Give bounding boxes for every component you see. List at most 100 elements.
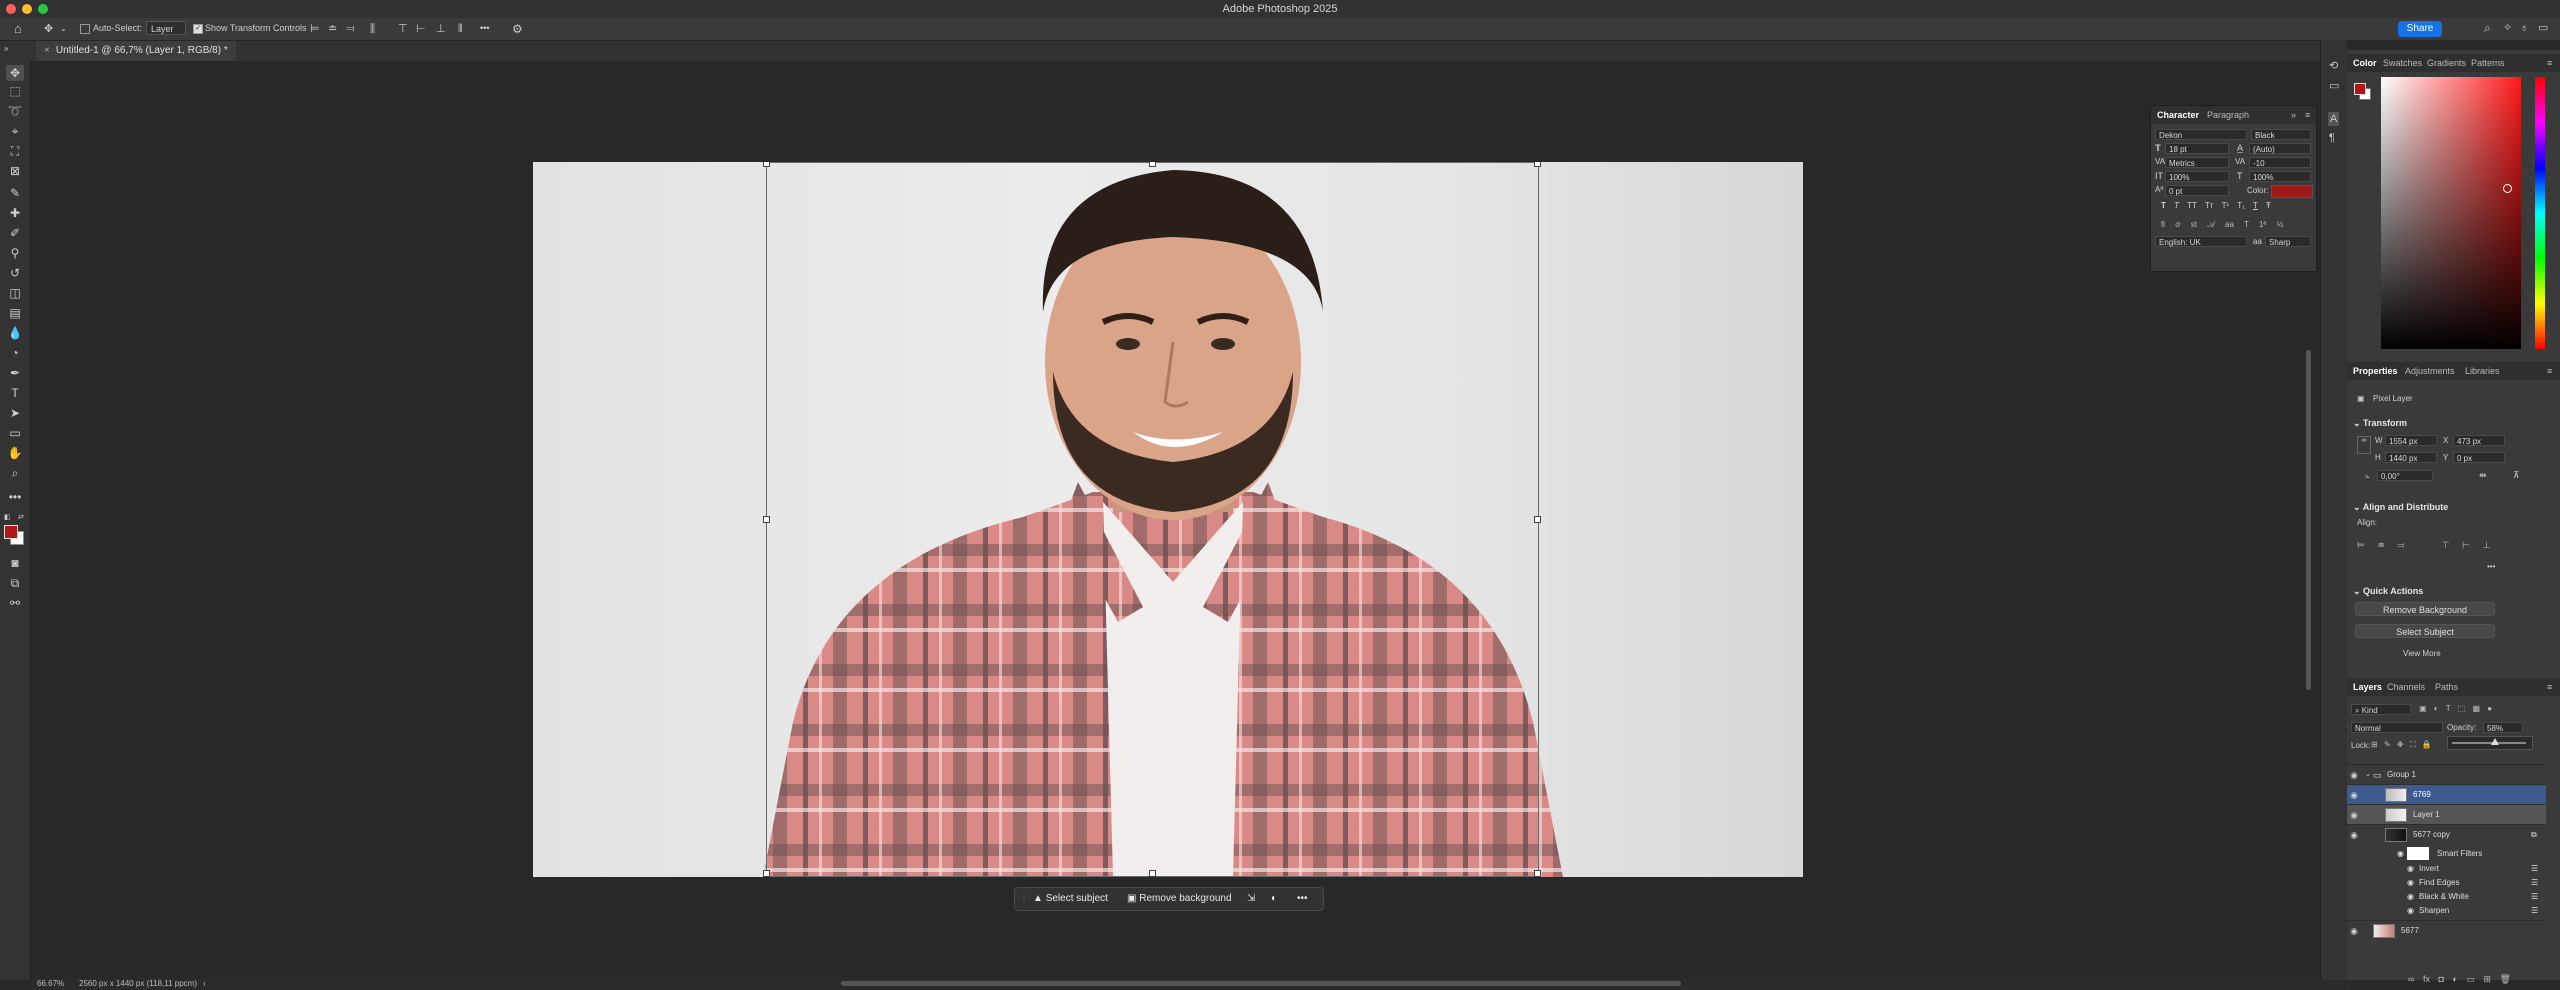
x-position-field[interactable]: 473 px	[2453, 435, 2505, 446]
tab-color[interactable]: Color	[2353, 54, 2377, 72]
opacity-slider-thumb[interactable]	[2490, 738, 2499, 745]
history-brush-tool-icon[interactable]: ↺	[6, 265, 24, 281]
distribute-vertical-icon[interactable]: ⫴	[458, 23, 463, 35]
all-caps-button[interactable]: TT	[2187, 201, 2197, 210]
drag-handle-icon[interactable]: ⋮	[1019, 892, 1029, 903]
auto-select-checkbox[interactable]	[80, 24, 90, 34]
status-menu-arrow[interactable]: ›	[203, 979, 206, 988]
filter-pixel-icon[interactable]: ▣	[2419, 704, 2427, 713]
move-tool-icon[interactable]: ✥	[44, 23, 53, 35]
layer-row-group[interactable]: ◉ ⌄ ▭ Group 1	[2347, 764, 2546, 785]
font-style-select[interactable]: Black	[2251, 129, 2311, 140]
link-layers-icon[interactable]: ∞	[2408, 974, 2414, 984]
align-section-title[interactable]: ⌄ Align and Distribute	[2353, 502, 2448, 513]
blur-tool-icon[interactable]: 💧	[6, 325, 24, 341]
transform-icon[interactable]: ⇲	[1247, 888, 1255, 910]
hue-slider[interactable]	[2535, 77, 2545, 349]
tab-swatches[interactable]: Swatches	[2383, 54, 2422, 72]
layer-row[interactable]: ◉ 5677	[2347, 920, 2546, 941]
chevron-down-icon[interactable]: ⌄	[60, 23, 67, 35]
align-top-icon[interactable]: ⊤	[2442, 540, 2450, 550]
tab-libraries[interactable]: Libraries	[2465, 362, 2500, 380]
tab-gradients[interactable]: Gradients	[2427, 54, 2466, 72]
edit-toolbar-icon[interactable]: ⚯	[6, 595, 24, 611]
faux-italic-button[interactable]: T	[2174, 201, 2179, 210]
eye-icon[interactable]: ◉	[2407, 876, 2414, 890]
default-colors-icon[interactable]: ◧	[4, 513, 11, 521]
document-tab[interactable]: × Untitled-1 @ 66,7% (Layer 1, RGB/8) *	[36, 41, 236, 61]
color-field[interactable]	[2381, 77, 2521, 349]
quick-mask-icon[interactable]: ◙	[6, 555, 24, 571]
expand-panel-icon[interactable]: »	[2291, 106, 2296, 124]
discover-icon[interactable]: ✧	[2503, 22, 2512, 34]
align-right-icon[interactable]: ⫤	[346, 23, 354, 35]
filter-options-icon[interactable]: ☰	[2531, 890, 2538, 904]
foreground-color-swatch[interactable]	[4, 525, 18, 539]
dodge-tool-icon[interactable]: ◔	[6, 345, 24, 361]
flip-horizontal-button[interactable]: ⇹	[2479, 470, 2487, 481]
view-more-link[interactable]: View More	[2403, 649, 2441, 658]
horizontal-scale-field[interactable]: 100%	[2249, 171, 2311, 182]
gear-icon[interactable]: ⚙	[512, 23, 523, 35]
more-context-button[interactable]: •••	[1297, 888, 1308, 910]
object-select-tool-icon[interactable]: ⌖	[6, 123, 24, 139]
pen-tool-icon[interactable]: ✒	[6, 365, 24, 381]
filter-smart-icon[interactable]: ▦	[2473, 704, 2481, 713]
new-group-icon[interactable]: ▭	[2466, 974, 2475, 984]
swap-colors-icon[interactable]: ⇄	[18, 513, 24, 521]
transform-handle[interactable]	[1149, 162, 1156, 167]
layer-row[interactable]: ◉ 5677 copy ⧉	[2347, 824, 2546, 845]
align-left-icon[interactable]: ⊨	[2357, 540, 2365, 550]
tab-properties[interactable]: Properties	[2353, 362, 2398, 380]
adjustment-icon[interactable]: ◐	[1271, 888, 1277, 910]
subscript-button[interactable]: T₁	[2237, 201, 2245, 210]
font-size-field[interactable]: 18 pt	[2165, 143, 2229, 154]
align-bottom-icon[interactable]: ⊥	[436, 23, 446, 35]
underline-button[interactable]: T	[2253, 201, 2258, 210]
home-icon[interactable]: ⌂	[14, 22, 22, 35]
small-caps-button[interactable]: Tт	[2205, 201, 2214, 210]
alternate-icon[interactable]: ơ	[2175, 220, 2180, 229]
marquee-tool-icon[interactable]: ⬚	[6, 83, 24, 99]
color-picker-cursor[interactable]	[2503, 184, 2512, 193]
opacity-slider-popup[interactable]	[2447, 736, 2533, 750]
select-subject-button[interactable]: ▲ Select subject	[1033, 888, 1108, 910]
transform-handle[interactable]	[763, 162, 770, 167]
transform-handle[interactable]	[763, 516, 770, 523]
align-right-icon[interactable]: ⫤	[2397, 540, 2404, 550]
share-button[interactable]: Share	[2398, 21, 2442, 37]
hand-tool-icon[interactable]: ✋	[6, 445, 24, 461]
layer-filter-kind[interactable]: ⌕ Kind	[2351, 704, 2411, 715]
panel-menu-icon[interactable]: ≡	[2305, 106, 2310, 124]
lock-artboard-icon[interactable]: ⛶	[2410, 740, 2416, 749]
antialias-select[interactable]: Sharp	[2265, 236, 2311, 247]
eye-icon[interactable]: ◉	[2347, 825, 2361, 845]
y-position-field[interactable]: 0 px	[2453, 452, 2505, 463]
eyedropper-tool-icon[interactable]: ✎	[6, 185, 24, 201]
opacity-slider-track[interactable]	[2452, 742, 2526, 744]
panel-menu-icon[interactable]: ≡	[2547, 54, 2552, 72]
more-tools-icon[interactable]: •••	[6, 489, 24, 505]
tab-channels[interactable]: Channels	[2387, 678, 2425, 696]
filter-type-icon[interactable]: T	[2446, 704, 2451, 713]
transform-handle[interactable]	[1149, 870, 1156, 877]
paragraph-panel-icon[interactable]: ¶	[2329, 132, 2335, 144]
link-dimensions-icon[interactable]: ∞	[2357, 436, 2371, 454]
superscript-button[interactable]: T¹	[2222, 201, 2230, 210]
filter-options-icon[interactable]: ☰	[2531, 904, 2538, 918]
eye-icon[interactable]: ◉	[2407, 890, 2414, 904]
eye-icon[interactable]: ◉	[2407, 862, 2414, 876]
adjustment-layer-icon[interactable]: ◐	[2452, 974, 2457, 984]
transform-bounding-box[interactable]	[766, 162, 1539, 877]
filter-options-icon[interactable]: ☰	[2531, 876, 2538, 890]
opacity-field[interactable]: 58%	[2483, 722, 2523, 733]
remove-background-button[interactable]: ▣ Remove background	[1127, 888, 1232, 910]
new-layer-icon[interactable]: ⊞	[2483, 974, 2491, 984]
baseline-shift-field[interactable]: 0 pt	[2165, 185, 2229, 196]
eye-icon[interactable]: ◉	[2407, 904, 2414, 918]
lock-transparent-icon[interactable]: ⊞	[2371, 740, 2378, 749]
width-field[interactable]: 1554 px	[2385, 435, 2437, 446]
history-icon[interactable]: ⟲	[2329, 60, 2338, 72]
text-color-swatch[interactable]	[2271, 185, 2313, 198]
eye-icon[interactable]: ◉	[2347, 785, 2361, 805]
